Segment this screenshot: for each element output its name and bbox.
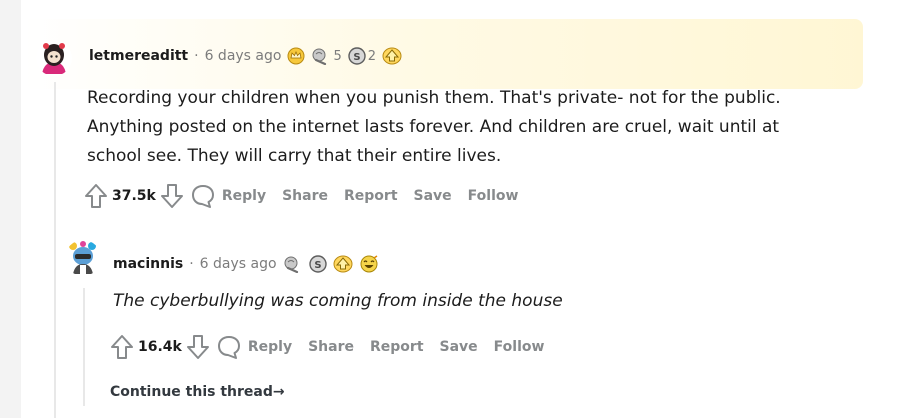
silver-coin-award-icon: S: [348, 47, 366, 65]
share-button[interactable]: Share: [274, 188, 336, 204]
vote-score: 16.4k: [138, 339, 182, 355]
comment-body-line: Anything posted on the internet lasts fo…: [87, 117, 780, 137]
reply-button[interactable]: Reply: [210, 334, 300, 360]
upvote-icon: [111, 335, 133, 359]
separator-dot: ·: [189, 256, 194, 272]
helpful-award-icon[interactable]: [283, 255, 303, 273]
avatar-image: [36, 40, 72, 76]
upvote-award-icon[interactable]: [333, 255, 353, 273]
silver-coin-award[interactable]: S 2: [348, 47, 376, 65]
downvote-icon: [160, 184, 183, 208]
downvote-button[interactable]: [186, 334, 210, 360]
reply-button[interactable]: Reply: [184, 183, 274, 209]
comment-body-line: Recording your children when you punish …: [87, 88, 781, 108]
share-button[interactable]: Share: [300, 339, 362, 355]
helpful-award-icon: [312, 48, 327, 65]
separator-dot: ·: [194, 48, 199, 64]
award-count: 5: [333, 48, 342, 64]
comment-meta: letmereaditt · 6 days ago 5 S 2: [89, 47, 402, 65]
thread-line-nested[interactable]: [83, 288, 85, 406]
reply-label: Reply: [221, 188, 267, 204]
thread-line[interactable]: [54, 82, 56, 418]
comment-actions: 37.5k Reply Share Report Save Follow: [84, 183, 526, 209]
arrow-right-icon: →: [272, 384, 285, 400]
upvote-icon: [85, 184, 107, 208]
vote-score: 37.5k: [112, 188, 156, 204]
timestamp[interactable]: 6 days ago: [205, 48, 282, 64]
comment-bubble-icon: [217, 336, 240, 359]
username[interactable]: macinnis: [113, 256, 183, 272]
award-count: 2: [367, 48, 377, 64]
continue-thread-label: Continue this thread: [110, 384, 273, 400]
silver-coin-award-icon[interactable]: S: [308, 255, 327, 273]
report-button[interactable]: Report: [362, 339, 432, 355]
username[interactable]: letmereaditt: [89, 48, 188, 64]
comment-meta: macinnis · 6 days ago S: [113, 255, 379, 273]
upvote-button[interactable]: [84, 183, 108, 209]
avatar[interactable]: [36, 40, 72, 76]
save-button[interactable]: Save: [432, 339, 486, 355]
laughing-award-icon[interactable]: [359, 255, 379, 273]
continue-thread-link[interactable]: Continue this thread→: [110, 384, 285, 400]
svg-text:S: S: [314, 260, 321, 271]
follow-button[interactable]: Follow: [486, 339, 553, 355]
downvote-button[interactable]: [160, 183, 184, 209]
avatar-image: [65, 240, 101, 276]
comment-bubble-icon: [191, 185, 214, 208]
avatar[interactable]: [65, 240, 101, 276]
upvote-award-icon[interactable]: [382, 47, 402, 65]
timestamp[interactable]: 6 days ago: [200, 256, 277, 272]
comment-actions: 16.4k Reply Share Report Save Follow: [110, 334, 552, 360]
comment-body: Recording your children when you punish …: [87, 84, 781, 171]
report-button[interactable]: Report: [336, 188, 406, 204]
reply-label: Reply: [247, 339, 293, 355]
svg-text:S: S: [353, 52, 360, 63]
comment-body-line: school see. They will carry that their e…: [87, 146, 502, 166]
comment-body: The cyberbullying was coming from inside…: [113, 291, 563, 311]
upvote-button[interactable]: [110, 334, 134, 360]
gold-crown-award-icon[interactable]: [287, 47, 305, 65]
save-button[interactable]: Save: [406, 188, 460, 204]
downvote-icon: [186, 335, 209, 359]
follow-button[interactable]: Follow: [460, 188, 527, 204]
helpful-award[interactable]: 5: [311, 47, 342, 65]
